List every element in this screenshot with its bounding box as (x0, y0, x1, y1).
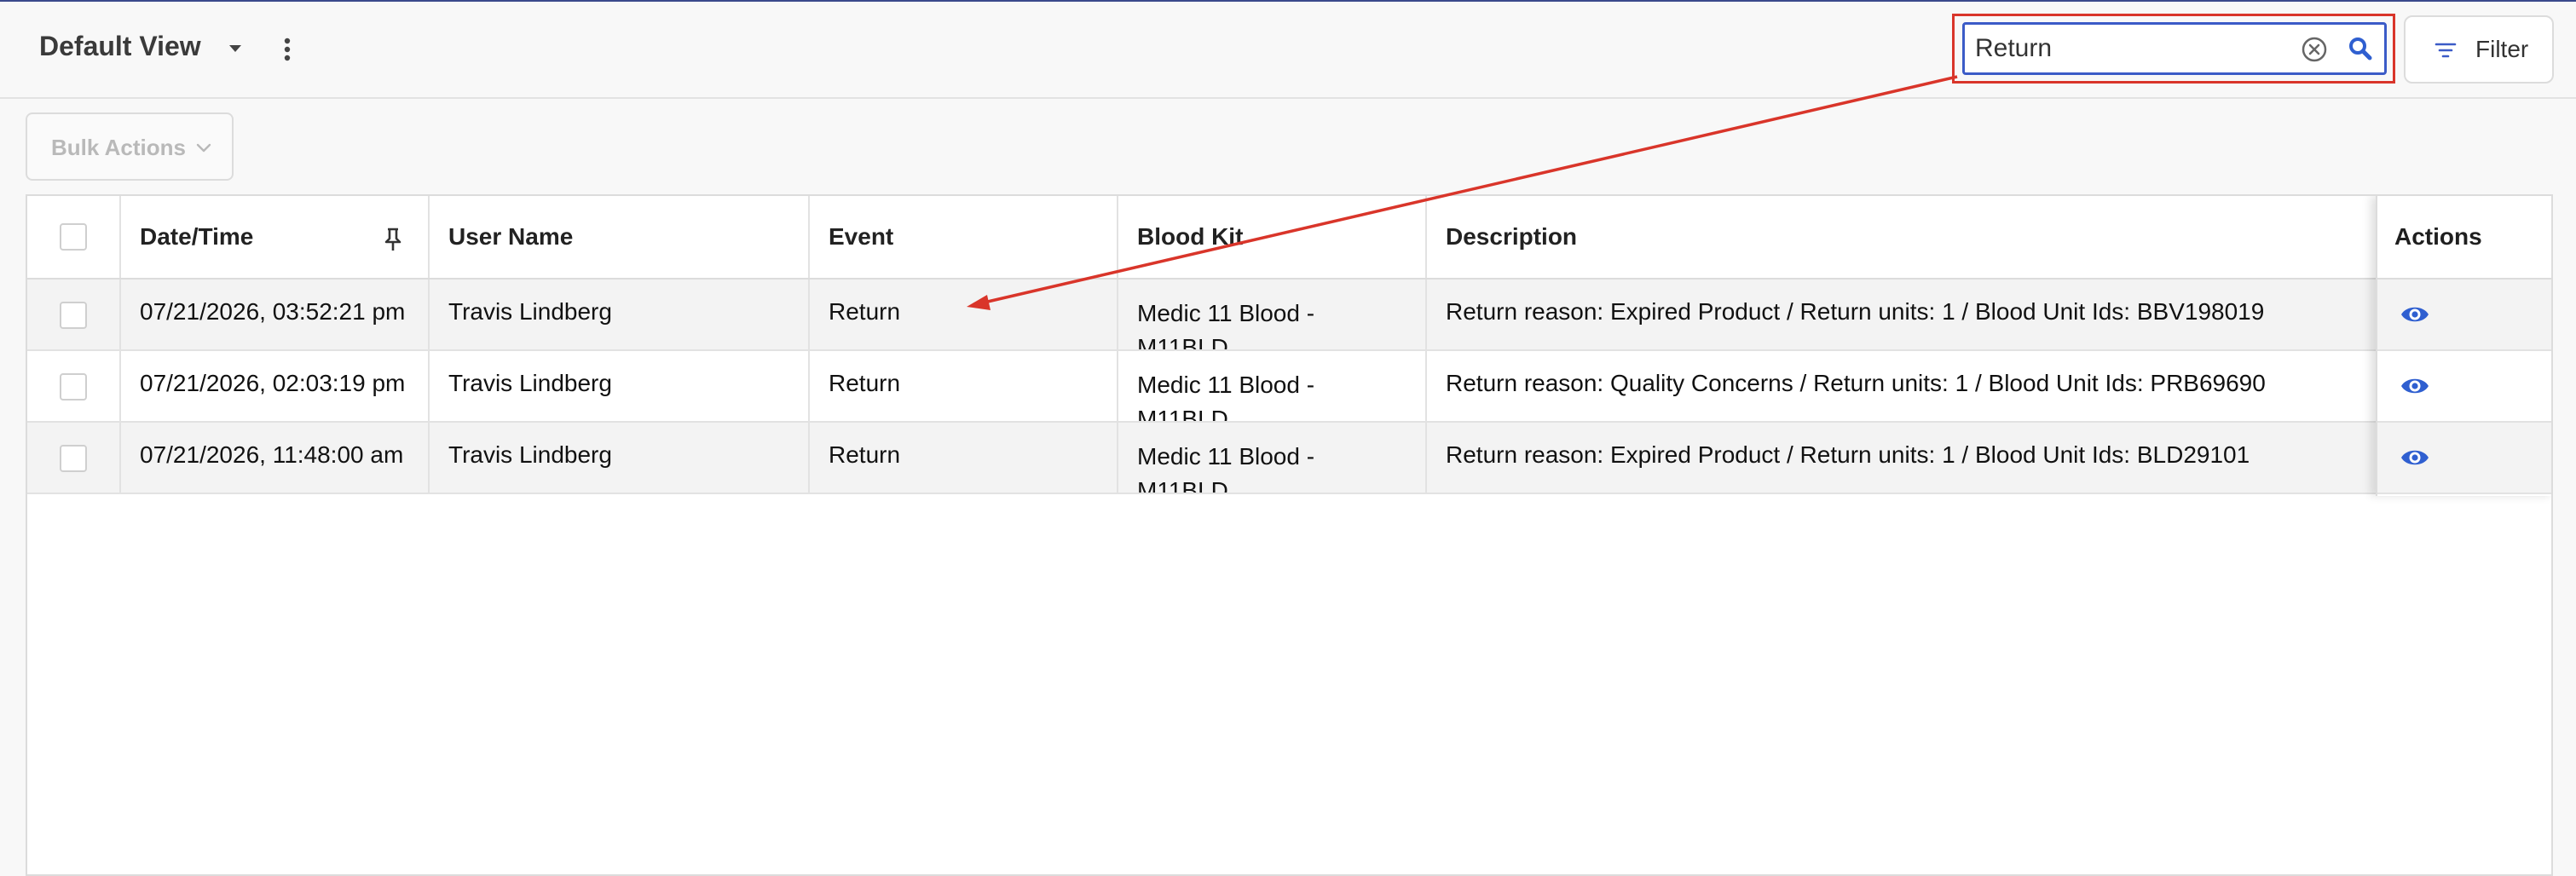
row-checkbox[interactable] (60, 445, 87, 472)
column-header-description[interactable]: Description (1427, 196, 2376, 278)
eye-icon[interactable] (2400, 372, 2430, 401)
cell-event: Return (810, 423, 1118, 493)
actions-cell (2377, 280, 2551, 351)
audit-table: Date/Time User Name Event Blood Kit Desc… (26, 194, 2553, 876)
view-title[interactable]: Default View (39, 31, 201, 62)
filter-icon (2434, 43, 2457, 58)
chevron-down-icon (196, 143, 211, 153)
cell-user-name: Travis Lindberg (430, 351, 810, 421)
pin-icon[interactable] (384, 227, 402, 252)
cell-datetime: 07/21/2026, 11:48:00 am (121, 423, 430, 493)
actions-column: Actions (2376, 196, 2551, 496)
bulk-actions-dropdown[interactable]: Bulk Actions (26, 112, 234, 181)
view-header: Default View Filter (0, 2, 2576, 99)
search-input[interactable] (1975, 25, 2299, 72)
clear-icon[interactable] (2301, 36, 2328, 63)
row-select-cell (27, 351, 121, 421)
blood-kit-name: Medic 11 Blood - (1137, 443, 1315, 470)
filter-button[interactable]: Filter (2404, 15, 2554, 84)
row-select-cell (27, 280, 121, 349)
cell-blood-kit: Medic 11 Blood - M11BLD (1118, 280, 1427, 349)
table-row[interactable]: 07/21/2026, 11:48:00 am Travis Lindberg … (27, 423, 2551, 494)
cell-description: Return reason: Expired Product / Return … (1446, 441, 2250, 468)
table-row[interactable]: 07/21/2026, 03:52:21 pm Travis Lindberg … (27, 280, 2551, 351)
column-header-blood-kit[interactable]: Blood Kit (1118, 196, 1427, 278)
cell-description: Return reason: Expired Product / Return … (1446, 298, 2265, 325)
table-header: Date/Time User Name Event Blood Kit Desc… (27, 196, 2551, 280)
bulk-actions-label: Bulk Actions (51, 135, 186, 160)
cell-blood-kit: Medic 11 Blood - M11BLD (1118, 423, 1427, 493)
column-header-event[interactable]: Event (810, 196, 1118, 278)
actions-cell (2377, 351, 2551, 423)
kebab-menu-icon[interactable] (274, 34, 300, 65)
blood-kit-code: M11BLD (1137, 334, 1228, 349)
blood-kit-code: M11BLD (1137, 406, 1228, 421)
blood-kit-name: Medic 11 Blood - (1137, 372, 1315, 398)
cell-datetime: 07/21/2026, 03:52:21 pm (121, 280, 430, 349)
cell-event: Return (810, 280, 1118, 349)
column-header-user-name[interactable]: User Name (430, 196, 810, 278)
cell-user-name: Travis Lindberg (430, 280, 810, 349)
cell-blood-kit: Medic 11 Blood - M11BLD (1118, 351, 1427, 421)
column-header-actions: Actions (2377, 196, 2551, 280)
table-row[interactable]: 07/21/2026, 02:03:19 pm Travis Lindberg … (27, 351, 2551, 423)
cell-user-name: Travis Lindberg (430, 423, 810, 493)
row-select-cell (27, 423, 121, 493)
eye-icon[interactable] (2400, 443, 2430, 472)
cell-datetime: 07/21/2026, 02:03:19 pm (121, 351, 430, 421)
cell-description: Return reason: Quality Concerns / Return… (1446, 370, 2266, 396)
blood-kit-name: Medic 11 Blood - (1137, 300, 1315, 326)
caret-down-icon[interactable] (223, 36, 247, 60)
actions-cell (2377, 423, 2551, 494)
search-field[interactable] (1962, 22, 2387, 75)
select-all-checkbox[interactable] (60, 223, 87, 251)
blood-kit-code: M11BLD (1137, 477, 1228, 493)
eye-icon[interactable] (2400, 300, 2430, 329)
filter-label: Filter (2475, 36, 2529, 62)
search-icon[interactable] (2347, 36, 2374, 63)
cell-event: Return (810, 351, 1118, 421)
row-checkbox[interactable] (60, 302, 87, 329)
select-all-cell (27, 196, 121, 278)
row-checkbox[interactable] (60, 373, 87, 401)
